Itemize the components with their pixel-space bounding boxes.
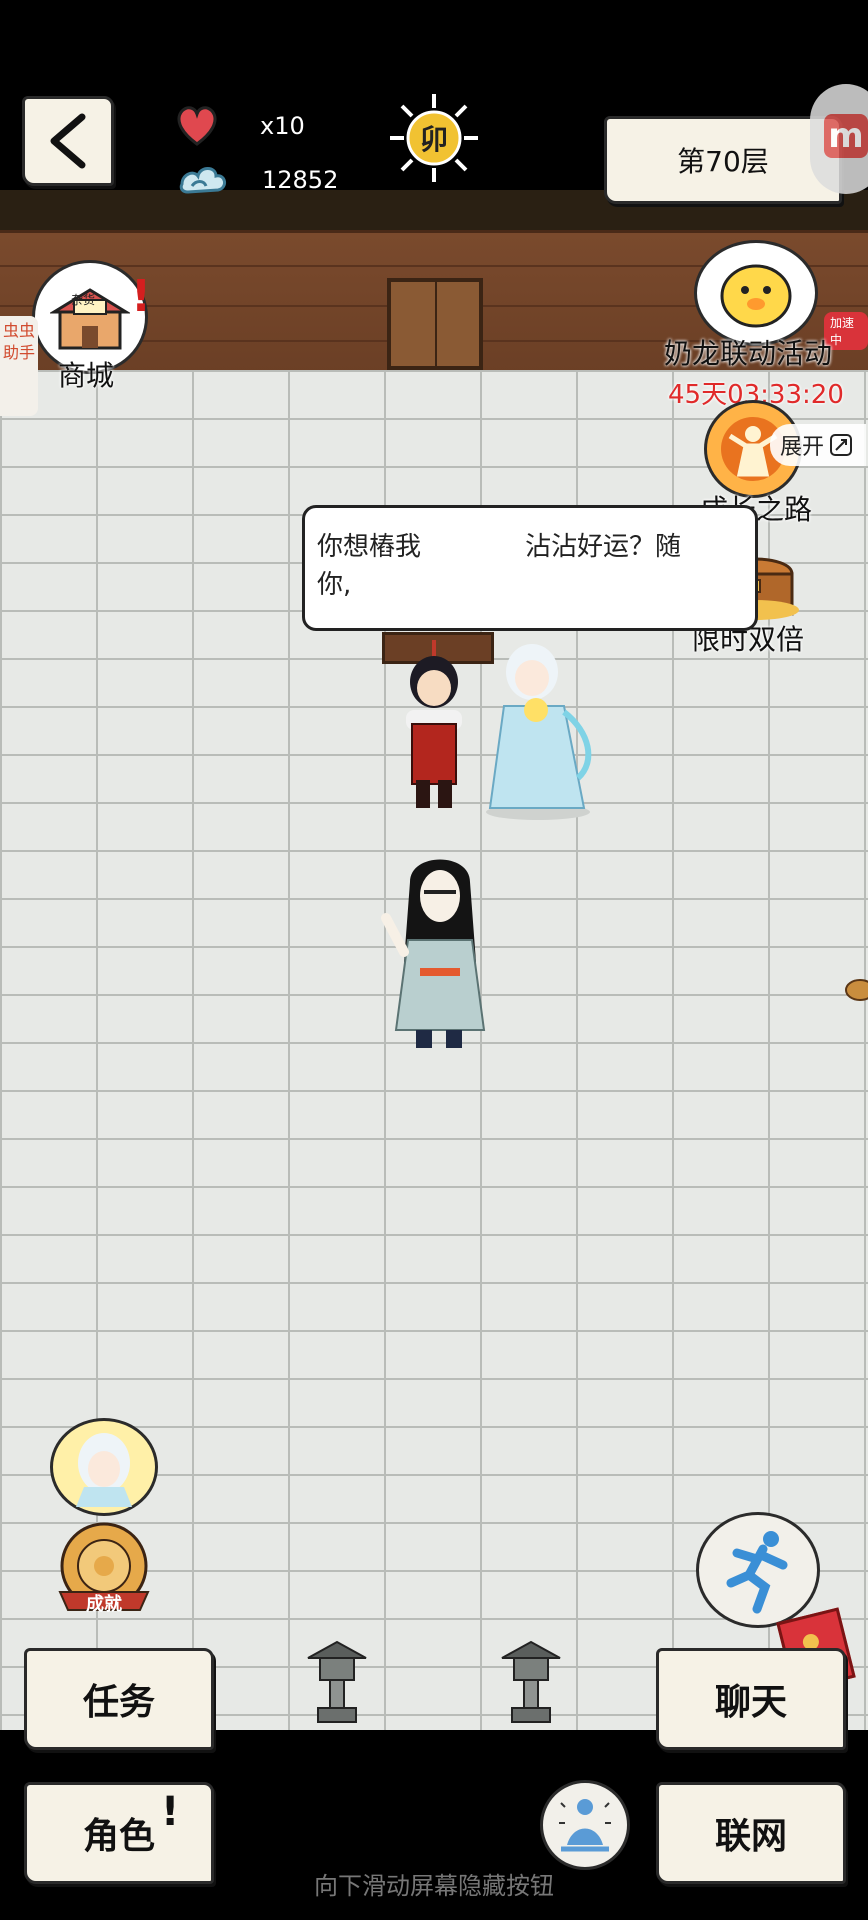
floating-assistant-bubble[interactable]: m [810, 84, 868, 194]
running-figure-icon [726, 1531, 788, 1614]
event-icon[interactable] [694, 240, 818, 346]
lamp-icon [845, 979, 868, 1001]
footer-hint: 向下滑动屏幕隐藏按钮 [314, 1872, 554, 1900]
floor-level-button[interactable]: 第70层 [604, 116, 842, 204]
event-label: 奶龙联动活动 [664, 337, 833, 370]
meditation-figure-icon [559, 1799, 611, 1852]
fairy-character[interactable] [474, 632, 602, 822]
warrior-character[interactable] [392, 640, 476, 814]
warrior-sprite [406, 640, 462, 808]
achievement-button[interactable]: 成就 [52, 1520, 156, 1620]
offscreen-item-icon[interactable] [838, 974, 868, 1008]
helper-tab[interactable]: 虫虫助手 [0, 316, 38, 416]
yellow-dragon-icon [720, 264, 792, 328]
expand-icon [830, 434, 853, 456]
wooden-door[interactable] [387, 278, 483, 370]
cloud-icon [179, 167, 226, 194]
stone-lantern [501, 1640, 561, 1723]
dialog-line-2: 你, [317, 570, 352, 600]
m-logo-icon: m [824, 114, 868, 158]
chat-button[interactable]: 聊天 [656, 1648, 846, 1750]
meditate-button[interactable] [540, 1780, 630, 1870]
fairy-portrait-icon [76, 1433, 132, 1507]
time-badge-text: 卯 [419, 123, 448, 156]
run-toggle-button[interactable] [696, 1512, 820, 1628]
task-button[interactable]: 任务 [24, 1648, 214, 1750]
player-character[interactable] [380, 852, 498, 1052]
achievement-label: 成就 [86, 1594, 122, 1615]
lives-count: x10 [260, 112, 305, 140]
dialog-line-1: 你想樁我 沾沾好运？随 [317, 532, 682, 562]
shop-sign-text: 杂货 [71, 293, 96, 307]
scholar-sprite [381, 859, 486, 1048]
fairy-sprite [486, 644, 592, 820]
back-button[interactable] [22, 96, 114, 186]
expand-button[interactable]: 展开 [770, 424, 866, 466]
role-label: 角色 [82, 1816, 155, 1857]
role-notification-icon: ! [161, 1789, 180, 1835]
heart-icon [177, 106, 217, 146]
stone-lantern [307, 1640, 367, 1723]
shop-label: 商城 [58, 359, 115, 392]
npc-dialog-bubble[interactable]: 你想樁我 沾沾好运？随 你, [302, 505, 758, 631]
score-value: 12852 [262, 166, 339, 194]
notification-exclaim-icon: ! [131, 271, 152, 322]
sun-time-indicator[interactable]: 卯 [388, 92, 480, 184]
expand-label: 展开 [780, 435, 825, 460]
back-arrow-icon [50, 113, 86, 169]
companion-portrait-button[interactable] [50, 1418, 158, 1516]
